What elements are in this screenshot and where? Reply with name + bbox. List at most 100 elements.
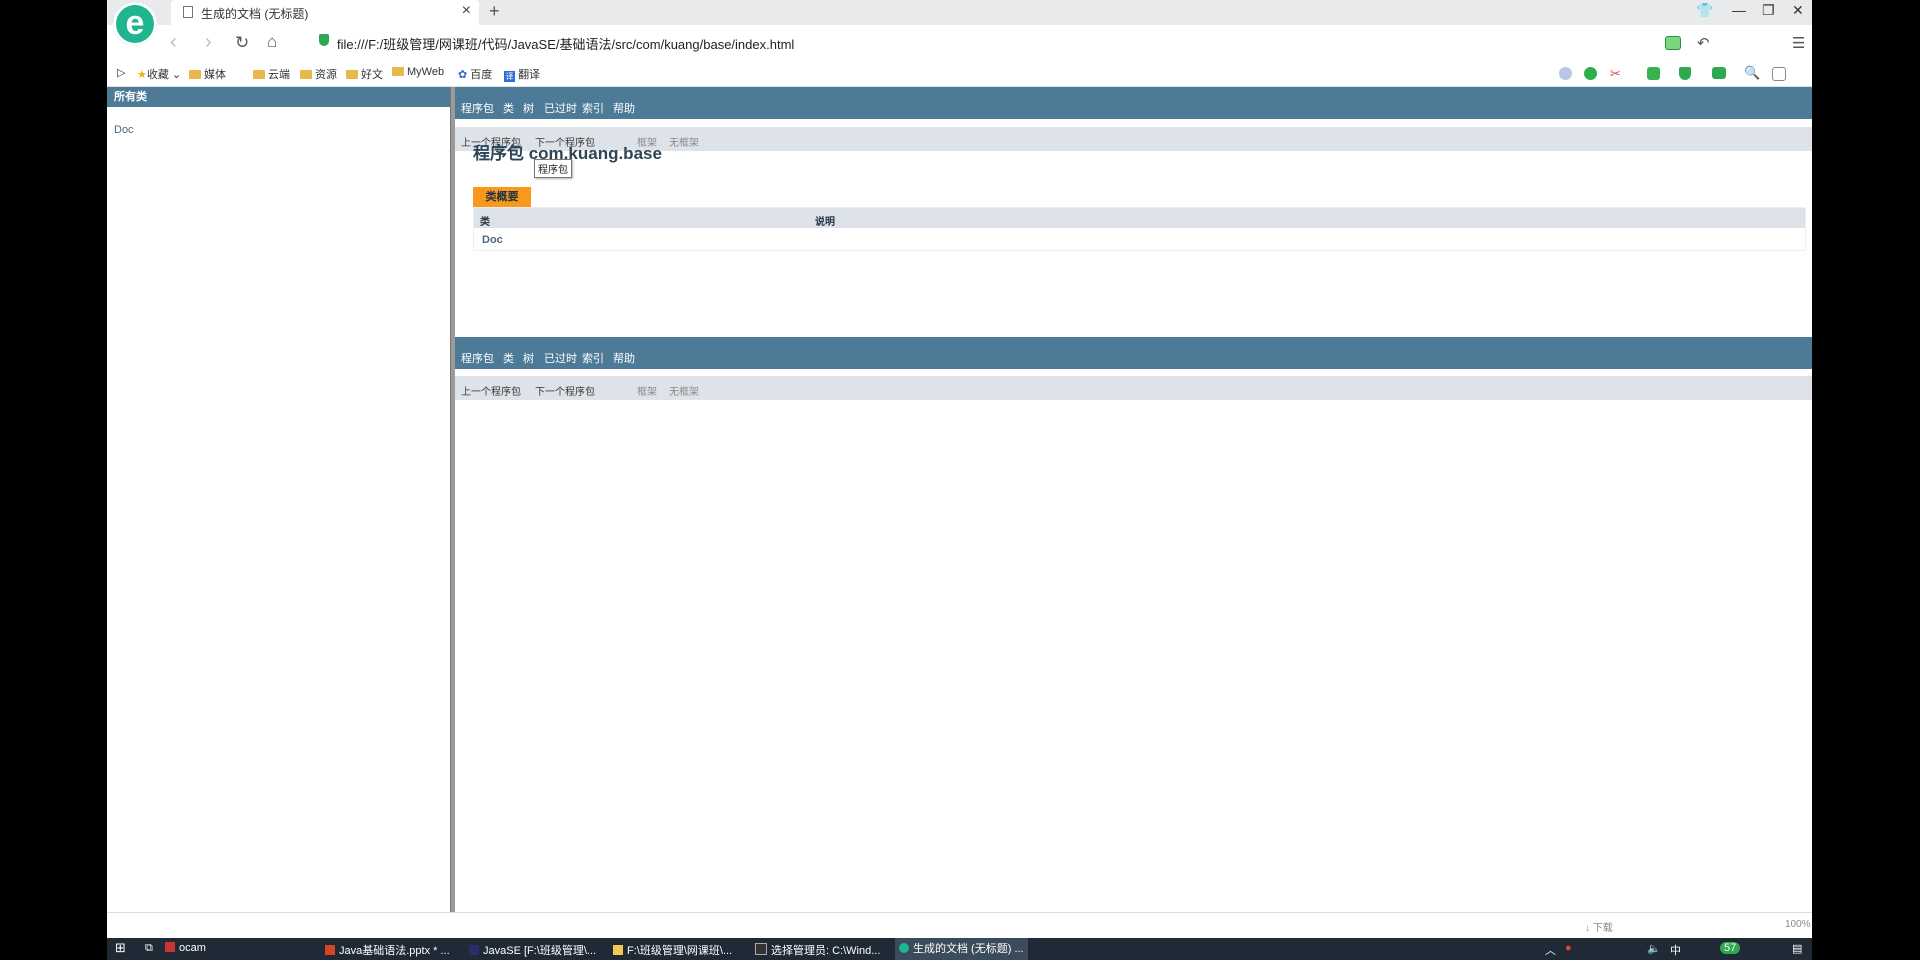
taskbar: ⊞ ⧉ ocam Java基础语法.pptx * ... JavaSE [F:\… xyxy=(107,938,1812,960)
notification-icon[interactable]: ▤ xyxy=(1792,942,1802,955)
bookmark-label: 好文 xyxy=(361,69,383,81)
nav-package[interactable]: 程序包 xyxy=(461,350,494,366)
prev-package[interactable]: 上一个程序包 xyxy=(461,383,521,398)
no-frames-link[interactable]: 无框架 xyxy=(669,134,699,149)
scissors-icon[interactable]: ✂ xyxy=(1610,66,1623,81)
bookmark-label: 媒体 xyxy=(204,69,226,81)
gamepad-icon[interactable] xyxy=(1712,67,1726,79)
sidebar-toggle-icon[interactable]: ▷ xyxy=(117,66,125,79)
back-icon[interactable]: ‹ xyxy=(170,31,177,54)
undo-icon[interactable]: ↶ xyxy=(1697,34,1710,52)
tray-chevron-icon[interactable]: ︿ xyxy=(1545,942,1556,958)
page-icon xyxy=(183,6,193,18)
taskbar-cmd[interactable]: 选择管理员: C:\Wind... xyxy=(755,942,880,958)
taskbar-powerpoint[interactable]: Java基础语法.pptx * ... xyxy=(325,942,450,958)
class-link-doc[interactable]: Doc xyxy=(114,124,134,136)
browser-logo-icon[interactable]: e xyxy=(113,2,157,46)
grid-icon[interactable] xyxy=(1772,67,1786,81)
refresh-icon[interactable]: ↻ xyxy=(235,33,249,53)
column-header-description: 说明 xyxy=(815,217,835,228)
minimize-button[interactable]: — xyxy=(1732,2,1746,18)
tab-close-icon[interactable]: × xyxy=(462,2,471,20)
volume-icon[interactable]: 🔈 xyxy=(1647,942,1661,955)
extension-icon-3[interactable] xyxy=(1647,67,1660,80)
bookmark-label: MyWeb xyxy=(407,66,445,78)
restore-button[interactable]: ❐ xyxy=(1762,2,1775,19)
tab-title: 生成的文档 (无标题) xyxy=(201,7,309,21)
nav-help[interactable]: 帮助 xyxy=(613,350,635,366)
task-view-icon[interactable]: ⧉ xyxy=(145,942,153,955)
next-package[interactable]: 下一个程序包 xyxy=(535,383,595,398)
folder-icon xyxy=(253,70,265,79)
tray-badge[interactable]: 57 xyxy=(1720,942,1741,954)
extension-icon-2[interactable] xyxy=(1584,67,1597,80)
nav-package[interactable]: 程序包 xyxy=(461,100,494,116)
tray-app-icon[interactable]: ● xyxy=(1565,942,1572,954)
cmd-icon xyxy=(755,943,767,955)
bookmarks-bar: ▷ ★收藏 ⌄ 媒体 云端 资源 好文 MyWeb ✿ 百度 译 翻译 ✂ 🔍 xyxy=(107,61,1812,87)
tooltip: 程序包 xyxy=(534,159,572,178)
navigation-bar: ‹ › ↻ ⌂ file:///F:/班级管理/网课班/代码/JavaSE/基础… xyxy=(107,25,1812,61)
nav-index[interactable]: 索引 xyxy=(582,100,604,116)
taskbar-label: ocam xyxy=(179,942,206,954)
battery-icon[interactable] xyxy=(1665,36,1681,50)
input-language[interactable]: 中 xyxy=(1670,942,1681,958)
bookmark-label: 百度 xyxy=(470,69,493,81)
bookmark-media[interactable]: 媒体 xyxy=(189,66,226,82)
shield-extension-icon[interactable] xyxy=(1679,67,1691,80)
menu-icon[interactable]: ☰ xyxy=(1792,34,1805,52)
address-bar[interactable]: file:///F:/班级管理/网课班/代码/JavaSE/基础语法/src/c… xyxy=(337,34,794,53)
search-icon[interactable]: 🔍 xyxy=(1744,65,1760,80)
top-nav-bar: 程序包 类 树 已过时 索引 帮助 xyxy=(455,87,1812,119)
taskbar-explorer[interactable]: F:\班级管理\网课班\... xyxy=(613,942,732,958)
status-bar: ↓ 下载 100% xyxy=(107,912,1812,939)
zoom-level[interactable]: 100% xyxy=(1785,919,1811,930)
home-icon[interactable]: ⌂ xyxy=(267,32,277,52)
no-frames-link[interactable]: 无框架 xyxy=(669,383,699,398)
bookmark-cloud[interactable]: 云端 xyxy=(253,66,290,82)
bookmark-articles[interactable]: 好文 xyxy=(346,66,383,82)
idea-icon xyxy=(469,945,479,955)
nav-tree[interactable]: 树 xyxy=(523,100,534,116)
class-link-doc[interactable]: Doc xyxy=(482,234,503,246)
bookmark-label: 收藏 xyxy=(146,69,169,81)
close-window-button[interactable]: ✕ xyxy=(1792,2,1804,19)
column-header-class: 类 xyxy=(480,217,490,228)
windows-start-icon[interactable]: ⊞ xyxy=(115,940,126,956)
nav-index[interactable]: 索引 xyxy=(582,350,604,366)
frames-link[interactable]: 框架 xyxy=(637,383,657,398)
new-tab-button[interactable]: + xyxy=(489,1,500,22)
taskbar-idea[interactable]: JavaSE [F:\班级管理\... xyxy=(469,942,596,958)
bookmark-label: 翻译 xyxy=(518,69,541,81)
ocam-icon xyxy=(165,942,175,952)
taskbar-label: F:\班级管理\网课班\... xyxy=(627,945,733,957)
extension-icon-1[interactable] xyxy=(1559,67,1572,80)
bottom-sub-nav-bar: 上一个程序包 下一个程序包 框架 无框架 xyxy=(455,376,1812,400)
taskbar-ocam[interactable]: ocam xyxy=(165,942,206,954)
nav-class[interactable]: 类 xyxy=(503,100,514,116)
bookmark-favorites[interactable]: ★收藏 ⌄ xyxy=(137,66,181,82)
bookmark-baidu[interactable]: ✿ 百度 xyxy=(458,66,492,82)
title-bar: e 生成的文档 (无标题) × + 👕 — ❐ ✕ xyxy=(107,0,1812,46)
active-tab[interactable]: 生成的文档 (无标题) × xyxy=(171,0,479,25)
nav-deprecated[interactable]: 已过时 xyxy=(544,100,577,116)
download-button[interactable]: ↓ 下载 xyxy=(1585,919,1613,934)
nav-class[interactable]: 类 xyxy=(503,350,514,366)
bookmark-translate[interactable]: 译 翻译 xyxy=(504,66,540,82)
folder-icon xyxy=(189,70,201,79)
class-summary-caption: 类概要 xyxy=(473,187,531,207)
bookmark-resources[interactable]: 资源 xyxy=(300,66,337,82)
powerpoint-icon xyxy=(325,945,335,955)
folder-icon xyxy=(392,67,404,76)
table-header: 类 说明 xyxy=(474,208,1805,228)
folder-icon xyxy=(613,945,623,955)
nav-help[interactable]: 帮助 xyxy=(613,100,635,116)
bookmark-label: 云端 xyxy=(268,69,290,81)
translate-icon: 译 xyxy=(504,71,515,82)
skin-icon[interactable]: 👕 xyxy=(1696,2,1713,19)
nav-tree[interactable]: 树 xyxy=(523,350,534,366)
nav-deprecated[interactable]: 已过时 xyxy=(544,350,577,366)
forward-icon[interactable]: › xyxy=(205,31,212,54)
taskbar-browser[interactable]: 生成的文档 (无标题) ... xyxy=(895,938,1028,960)
bookmark-myweb[interactable]: MyWeb xyxy=(392,66,444,78)
